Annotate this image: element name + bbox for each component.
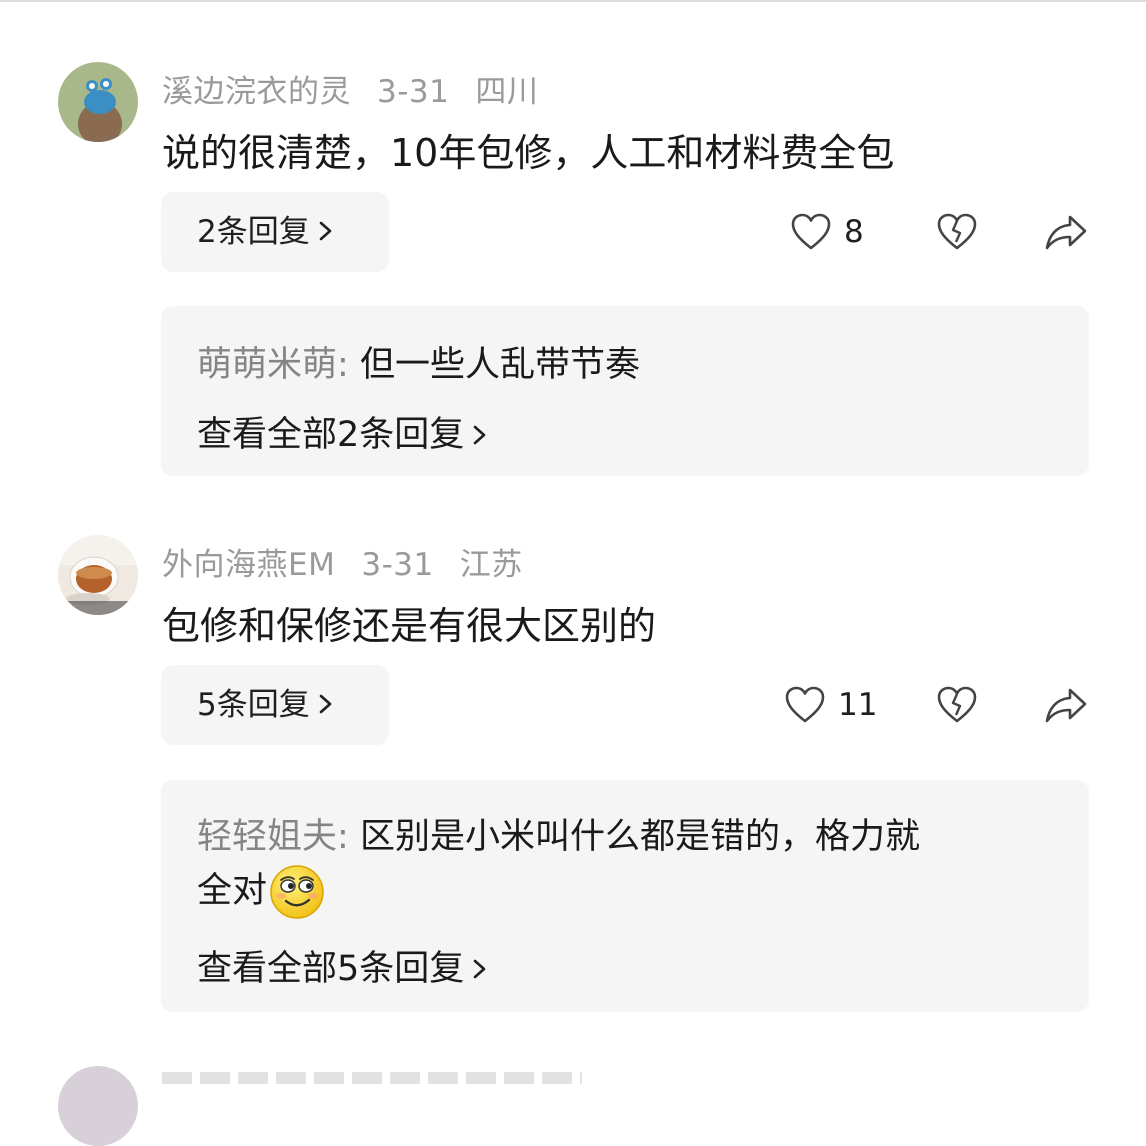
sub-reply-line2: 全对	[197, 862, 325, 920]
top-divider	[0, 0, 1146, 2]
view-all-replies[interactable]: 查看全部2条回复	[197, 406, 488, 457]
next-comment-meta-peek	[162, 1072, 582, 1084]
sub-reply: 萌萌米萌: 但一些人乱带节奏	[197, 336, 640, 387]
sub-reply-text: 但一些人乱带节奏	[359, 345, 640, 385]
like-count: 11	[838, 687, 878, 723]
sub-reply-name[interactable]: 轻轻姐夫	[197, 817, 337, 857]
avatar[interactable]	[58, 535, 138, 615]
heart-icon	[791, 213, 831, 250]
chevron-right-icon	[472, 420, 488, 453]
view-all-label: 查看全部5条回复	[197, 949, 465, 989]
comment-location: 四川	[475, 74, 539, 110]
dislike-button[interactable]	[936, 665, 978, 745]
share-icon	[1045, 215, 1087, 250]
share-button[interactable]	[1044, 665, 1088, 745]
comment-actions: 8	[0, 192, 1146, 272]
avatar[interactable]	[58, 1066, 138, 1146]
dislike-button[interactable]	[936, 192, 978, 272]
sub-reply-separator: :	[337, 345, 360, 385]
smirk-emoji-icon	[269, 864, 325, 920]
view-all-label: 查看全部2条回复	[197, 415, 465, 455]
share-button[interactable]	[1044, 192, 1088, 272]
avatar[interactable]	[58, 62, 138, 142]
username[interactable]: 溪边浣衣的灵	[162, 74, 351, 110]
like-count: 8	[844, 214, 864, 250]
comment-text: 说的很清楚，10年包修，人工和材料费全包	[162, 131, 895, 175]
like-button[interactable]: 8	[790, 192, 864, 272]
comment-meta: 溪边浣衣的灵 3-31 四川	[162, 66, 564, 111]
sub-reply-separator: :	[337, 817, 360, 857]
comment-date: 3-31	[361, 547, 434, 583]
username[interactable]: 外向海燕EM	[162, 547, 335, 583]
sub-reply-name[interactable]: 萌萌米萌	[197, 345, 337, 385]
sub-reply: 轻轻姐夫: 区别是小米叫什么都是错的，格力就	[197, 808, 920, 859]
chevron-right-icon	[472, 954, 488, 987]
like-button[interactable]: 11	[784, 665, 877, 745]
sub-reply-box[interactable]: 萌萌米萌: 但一些人乱带节奏 查看全部2条回复	[161, 306, 1089, 476]
comment-date: 3-31	[377, 74, 450, 110]
view-all-replies[interactable]: 查看全部5条回复	[197, 940, 488, 991]
comment-text: 包修和保修还是有很大区别的	[162, 604, 657, 648]
broken-heart-icon	[937, 686, 977, 723]
sub-reply-text-cont: 全对	[197, 871, 268, 911]
comment-actions: 11	[0, 665, 1146, 745]
heart-icon	[785, 686, 825, 723]
broken-heart-icon	[937, 213, 977, 250]
sub-reply-box[interactable]: 轻轻姐夫: 区别是小米叫什么都是错的，格力就 全对 查看全部5条回复	[161, 780, 1089, 1012]
comment-location: 江苏	[459, 547, 523, 583]
share-icon	[1045, 688, 1087, 723]
sub-reply-text: 区别是小米叫什么都是错的，格力就	[359, 817, 920, 857]
comment-meta: 外向海燕EM 3-31 江苏	[162, 539, 549, 584]
